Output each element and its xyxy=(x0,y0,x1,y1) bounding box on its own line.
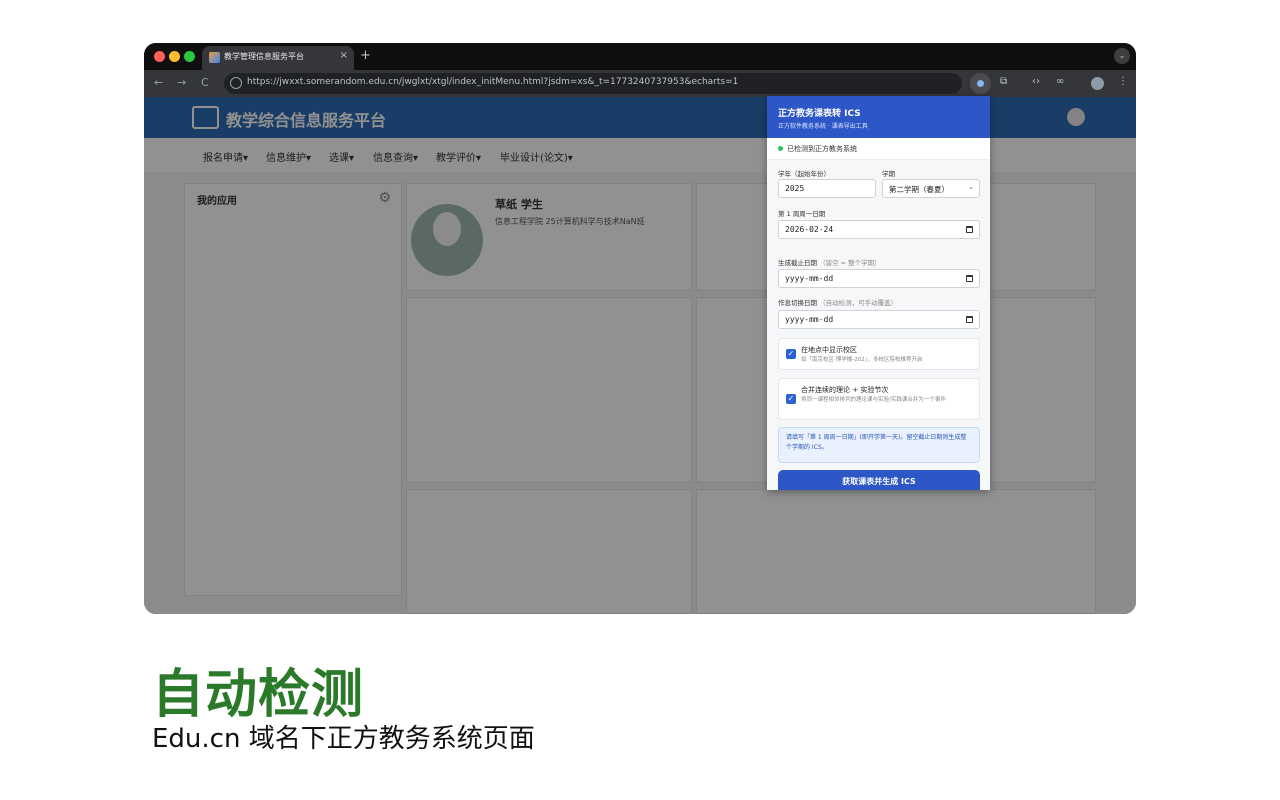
generate-ics-button[interactable]: 获取课表并生成 ICS xyxy=(778,470,980,490)
status-text: 已检测到正方教务系统 xyxy=(787,145,857,153)
profile-avatar-icon[interactable] xyxy=(1091,77,1104,90)
week1-label: 第 1 周周一日期 xyxy=(778,210,826,218)
maximize-window-button[interactable] xyxy=(184,51,195,62)
tab-search-button[interactable]: ⌄ xyxy=(1114,48,1130,64)
devtools-icon[interactable]: ‹› xyxy=(1032,76,1040,87)
minimize-window-button[interactable] xyxy=(169,51,180,62)
tab-close-icon[interactable]: × xyxy=(340,50,348,61)
forward-button[interactable]: → xyxy=(177,76,186,89)
show-campus-desc: 如「南京校区·博学楼-202」，多校区院校推荐开启 xyxy=(801,357,923,363)
status-dot-icon xyxy=(778,146,783,151)
switch-date-label-text: 作息切换日期 xyxy=(778,299,817,307)
end-date-placeholder: yyyy-mm-dd xyxy=(785,274,834,283)
term-select[interactable]: 第二学期（春夏） ⌄ xyxy=(882,179,980,198)
popup-subtitle: 正方软件教务系统 · 课表导出工具 xyxy=(778,123,868,130)
merge-sessions-title: 合并连续的理论 + 实验节次 xyxy=(801,386,889,394)
option-merge-sessions[interactable]: ✓ 合并连续的理论 + 实验节次 将同一课程相邻排列的理论课与实验/实践课合并为… xyxy=(778,378,980,420)
popup-header: 正方教务课表转 ICS 正方软件教务系统 · 课表导出工具 xyxy=(767,96,990,138)
term-select-value: 第二学期（春夏） xyxy=(889,185,949,194)
term-label: 学期 xyxy=(882,170,895,178)
tab-title: 教学管理信息服务平台 xyxy=(224,52,304,61)
option-show-campus[interactable]: ✓ 在地点中显示校区 如「南京校区·博学楼-202」，多校区院校推荐开启 xyxy=(778,338,980,370)
browser-tab[interactable]: 教学管理信息服务平台 × xyxy=(202,46,354,70)
close-window-button[interactable] xyxy=(154,51,165,62)
merge-sessions-checkbox[interactable]: ✓ xyxy=(786,394,796,404)
favicon-icon xyxy=(209,52,220,63)
link-icon[interactable]: ∞ xyxy=(1056,76,1064,87)
switch-date-hint: （自动检测，可手动覆盖） xyxy=(819,299,898,307)
calendar-icon[interactable] xyxy=(966,275,973,282)
browser-toolbar: ← → C https://jwxxt.somerandom.edu.cn/jw… xyxy=(144,70,1136,97)
end-date-label: 生成截止日期 （留空 = 整个学期） xyxy=(778,257,881,267)
switch-date-label: 作息切换日期 （自动检测，可手动覆盖） xyxy=(778,297,897,307)
reload-button[interactable]: C xyxy=(201,76,209,89)
end-date-input[interactable]: yyyy-mm-dd xyxy=(778,269,980,288)
address-bar[interactable]: https://jwxxt.somerandom.edu.cn/jwglxt/x… xyxy=(224,73,962,94)
menu-icon[interactable]: ⋮ xyxy=(1118,76,1128,87)
calendar-icon[interactable] xyxy=(966,226,973,233)
switch-date-input[interactable]: yyyy-mm-dd xyxy=(778,310,980,329)
site-info-icon[interactable] xyxy=(230,77,242,89)
chevron-down-icon: ⌄ xyxy=(968,183,974,191)
year-input[interactable]: 2025 xyxy=(778,179,876,198)
extension-active-icon[interactable] xyxy=(970,73,991,94)
new-tab-button[interactable]: + xyxy=(360,48,371,63)
url-text[interactable]: https://jwxxt.somerandom.edu.cn/jwglxt/x… xyxy=(247,77,738,87)
show-campus-checkbox[interactable]: ✓ xyxy=(786,349,796,359)
switch-date-placeholder: yyyy-mm-dd xyxy=(785,315,834,324)
back-button[interactable]: ← xyxy=(154,76,163,89)
info-notice: 请填写「第 1 周周一日期」(即开学第一天)。留空截止日期则生成整个学期的 IC… xyxy=(778,427,980,463)
detection-status: 已检测到正方教务系统 xyxy=(767,138,990,160)
end-date-hint: （留空 = 整个学期） xyxy=(819,259,881,267)
week1-date-value: 2026-02-24 xyxy=(785,225,834,234)
popup-form: 学年（起始年份） 2025 学期 第二学期（春夏） ⌄ 第 1 周周一日期 20… xyxy=(767,160,990,490)
year-label: 学年（起始年份） xyxy=(778,170,830,178)
popup-title: 正方教务课表转 ICS xyxy=(778,109,861,119)
extension-popup: 正方教务课表转 ICS 正方软件教务系统 · 课表导出工具 已检测到正方教务系统… xyxy=(767,96,990,490)
week1-date-input[interactable]: 2026-02-24 xyxy=(778,220,980,239)
feature-subline: Edu.cn 域名下正方教务系统页面 xyxy=(152,724,535,754)
end-date-label-text: 生成截止日期 xyxy=(778,259,817,267)
show-campus-title: 在地点中显示校区 xyxy=(801,346,857,354)
merge-sessions-desc: 将同一课程相邻排列的理论课与实验/实践课合并为一个事件 xyxy=(801,397,946,403)
feature-headline: 自动检测 xyxy=(152,665,365,725)
extensions-icon[interactable]: ⧉ xyxy=(1000,76,1007,87)
tab-bar: 教学管理信息服务平台 × + ⌄ xyxy=(144,43,1136,70)
calendar-icon[interactable] xyxy=(966,316,973,323)
